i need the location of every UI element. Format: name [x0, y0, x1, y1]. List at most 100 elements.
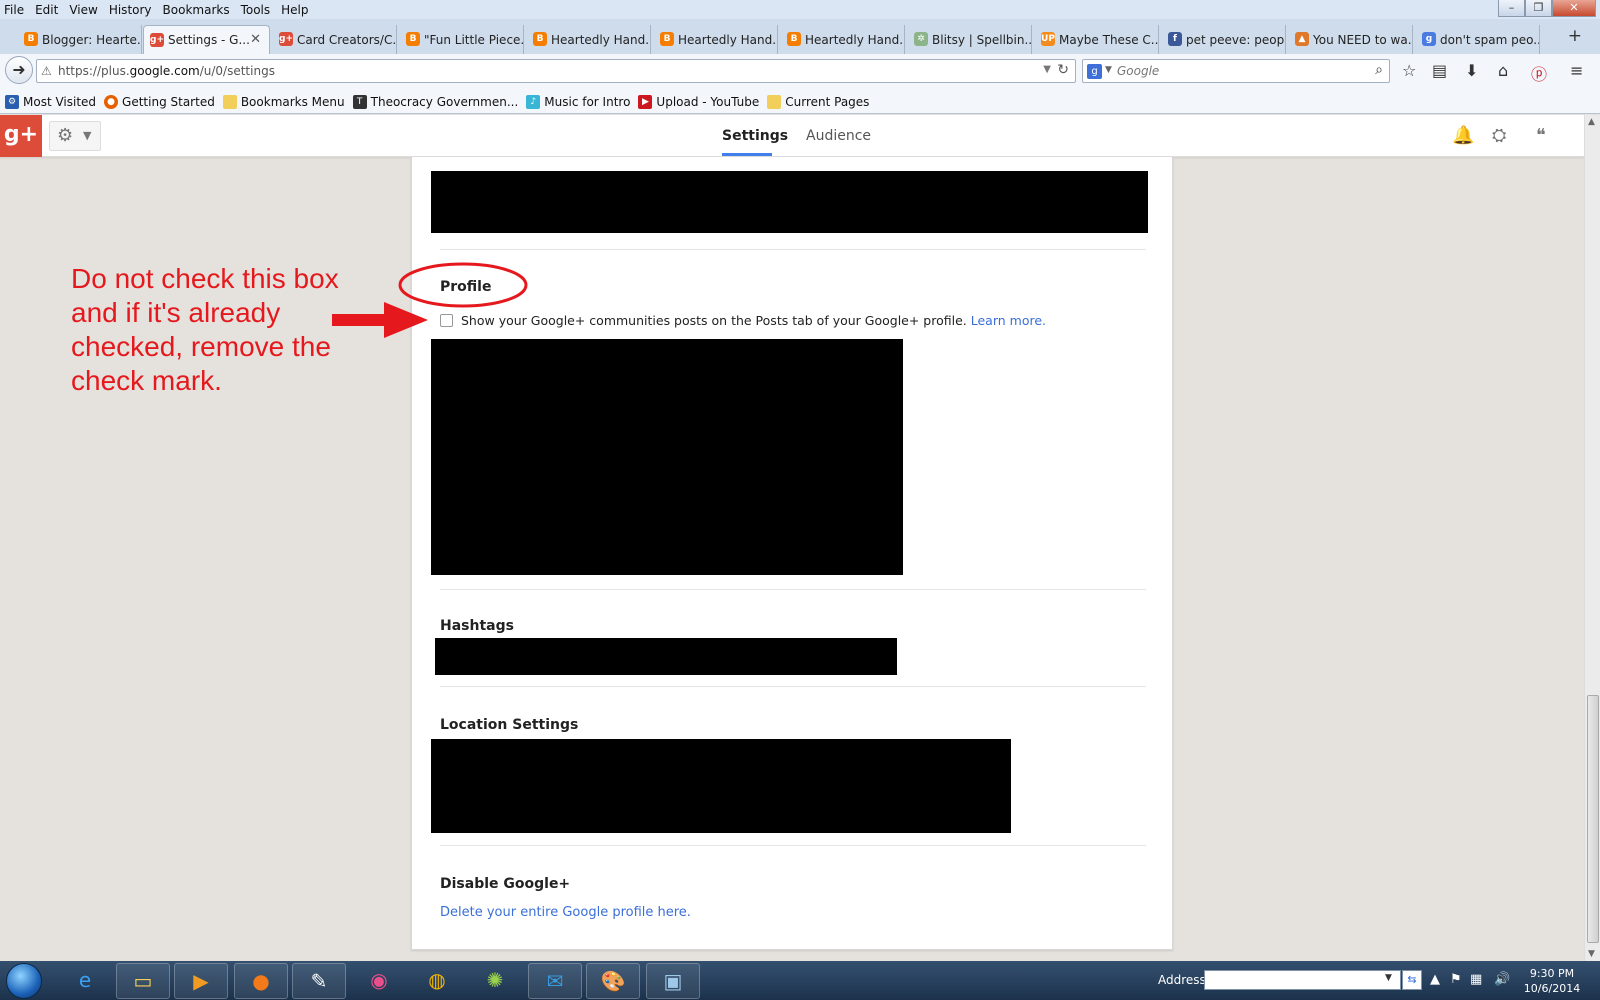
browser-tab-active[interactable]: g+ Settings - G... ✕ [143, 25, 270, 54]
tab-title: Blitsy | Spellbin... [932, 32, 1032, 47]
reload-icon[interactable]: ↻ [1057, 62, 1069, 78]
menu-bar: File Edit View History Bookmarks Tools H… [0, 0, 1600, 19]
file-explorer-icon[interactable]: ▭ [116, 963, 170, 999]
tab-title: Blogger: Hearte... [42, 32, 142, 47]
tab-title: Heartedly Hand... [805, 32, 905, 47]
bell-icon[interactable]: 🔔 [1452, 125, 1474, 146]
chrome-icon[interactable]: ◍ [410, 963, 464, 999]
menu-file[interactable]: File [4, 3, 24, 17]
share-people-icon[interactable]: ⛭ [1492, 125, 1506, 146]
browser-tab[interactable]: ✲ Blitsy | Spellbin... [908, 25, 1032, 54]
close-window-button[interactable]: ✕ [1552, 0, 1596, 17]
picasa-icon[interactable]: ✺ [468, 963, 522, 999]
tray-expand-icon[interactable]: ▲ [1430, 972, 1440, 987]
bookmark-item[interactable]: Current Pages [767, 94, 869, 109]
menu-history[interactable]: History [109, 3, 152, 17]
back-button[interactable]: ➜ [5, 56, 33, 84]
learn-more-link[interactable]: Learn more. [971, 313, 1046, 328]
menu-help[interactable]: Help [281, 3, 308, 17]
music-icon: ♪ [526, 94, 541, 109]
chevron-down-icon[interactable]: ▼ [1105, 65, 1112, 75]
navigation-bar: ➜ ⚠ https://plus.google.com/u/0/settings… [0, 54, 1600, 90]
hamburger-menu-icon[interactable]: ≡ [1570, 61, 1583, 80]
mail-app-icon[interactable]: ✉ [528, 963, 582, 999]
address-go-icon[interactable]: ⇆ [1402, 970, 1422, 990]
bookmark-item[interactable]: ♪ Music for Intro [526, 94, 630, 109]
media-player-icon[interactable]: ▶ [174, 963, 228, 999]
profile-section-title: Profile [440, 279, 492, 295]
settings-card: Profile Show your Google+ communities po… [411, 157, 1173, 950]
pinterest-icon[interactable]: ⓟ [1531, 61, 1547, 85]
youtube-icon: ▶ [638, 94, 653, 109]
action-center-flag-icon[interactable]: ⚑ [1450, 972, 1462, 987]
address-toolbar-input[interactable] [1204, 970, 1401, 990]
browser-tab[interactable]: B Heartedly Hand... [527, 25, 651, 54]
scroll-thumb[interactable] [1587, 695, 1599, 943]
bookmark-item[interactable]: ⚙ Most Visited [5, 94, 96, 109]
browser-tab[interactable]: g don't spam peo... [1416, 25, 1540, 54]
new-tab-button[interactable]: + [1568, 26, 1582, 46]
paint-icon[interactable]: 🎨 [586, 963, 640, 999]
browser-tab[interactable]: g+ Card Creators/C... [273, 25, 397, 54]
browser-tab[interactable]: B Heartedly Hand... [654, 25, 778, 54]
browser-tab[interactable]: B Heartedly Hand... [781, 25, 905, 54]
profile-communities-checkbox[interactable] [440, 314, 453, 327]
browser-tab[interactable]: UP Maybe These C... [1035, 25, 1159, 54]
volume-icon[interactable]: 🔊 [1494, 972, 1510, 987]
tab-settings[interactable]: Settings [722, 128, 788, 144]
browser-tab[interactable]: B Blogger: Hearte... [18, 25, 142, 54]
tab-audience[interactable]: Audience [806, 128, 871, 144]
hangouts-icon[interactable]: ❝ [1536, 125, 1546, 146]
gear-bookmark-icon: ⚙ [5, 94, 19, 109]
writer-app-icon[interactable]: ✎ [292, 963, 346, 999]
browser-tab[interactable]: f pet peeve: peop... [1162, 25, 1286, 54]
browser-tab[interactable]: ▲ You NEED to wa... [1289, 25, 1413, 54]
google-plus-icon: g+ [279, 32, 293, 46]
divider [440, 249, 1146, 250]
scroll-down-arrow-icon[interactable]: ▼ [1588, 949, 1595, 959]
scroll-up-arrow-icon[interactable]: ▲ [1588, 117, 1595, 127]
start-button[interactable] [6, 963, 42, 999]
restore-button[interactable]: ❐ [1525, 0, 1552, 17]
close-tab-icon[interactable]: ✕ [250, 32, 261, 47]
tab-title: You NEED to wa... [1313, 32, 1413, 47]
firefox-taskbar-icon[interactable]: ● [234, 963, 288, 999]
chevron-down-icon[interactable]: ▼ [1385, 973, 1392, 983]
minimize-button[interactable]: – [1498, 0, 1525, 17]
google-icon: g [1422, 32, 1436, 46]
search-bar[interactable]: g ▼ Google ⌕ [1082, 59, 1390, 83]
tab-title: don't spam peo... [1440, 32, 1540, 47]
up-icon: UP [1041, 32, 1055, 46]
photo-app-icon[interactable]: ◉ [352, 963, 406, 999]
system-clock[interactable]: 9:30 PM 10/6/2014 [1520, 966, 1584, 996]
bookmark-item[interactable]: ▶ Upload - YouTube [638, 94, 759, 109]
download-icon[interactable]: ⬇ [1465, 61, 1478, 80]
bookmark-item[interactable]: Bookmarks Menu [222, 94, 345, 109]
menu-edit[interactable]: Edit [35, 3, 58, 17]
delete-profile-link[interactable]: Delete your entire Google profile here. [440, 905, 691, 920]
star-bookmark-icon[interactable]: ☆ [1402, 61, 1416, 80]
picture-viewer-icon[interactable]: ▣ [646, 963, 700, 999]
tab-title: Maybe These C... [1059, 32, 1159, 47]
menu-view[interactable]: View [69, 3, 97, 17]
url-dropdown-icon[interactable]: ▼ [1043, 64, 1051, 75]
tab-title: Heartedly Hand... [551, 32, 651, 47]
home-icon[interactable]: ⌂ [1498, 61, 1508, 80]
google-search-engine-icon[interactable]: g [1087, 64, 1102, 79]
menu-tools[interactable]: Tools [241, 3, 271, 17]
search-icon[interactable]: ⌕ [1375, 62, 1383, 78]
address-toolbar-label: Address [1158, 973, 1206, 987]
bookmark-item[interactable]: ● Getting Started [104, 94, 215, 109]
settings-gear-menu[interactable]: ⚙ ▼ [49, 121, 101, 151]
internet-explorer-icon[interactable]: e [58, 963, 112, 999]
blogger-icon: B [787, 32, 801, 46]
browser-tab[interactable]: B "Fun Little Piece... [400, 25, 524, 54]
t-icon: T [352, 94, 367, 109]
page-scrollbar[interactable]: ▲ ▼ [1584, 115, 1600, 961]
network-icon[interactable]: ▦ [1470, 972, 1482, 987]
bookmark-item[interactable]: T Theocracy Governmen... [352, 94, 518, 109]
reading-list-icon[interactable]: ▤ [1432, 61, 1447, 80]
menu-bookmarks[interactable]: Bookmarks [163, 3, 230, 17]
url-bar[interactable]: ⚠ https://plus.google.com/u/0/settings ▼… [36, 59, 1076, 83]
gplus-logo[interactable]: g+ [0, 115, 42, 157]
